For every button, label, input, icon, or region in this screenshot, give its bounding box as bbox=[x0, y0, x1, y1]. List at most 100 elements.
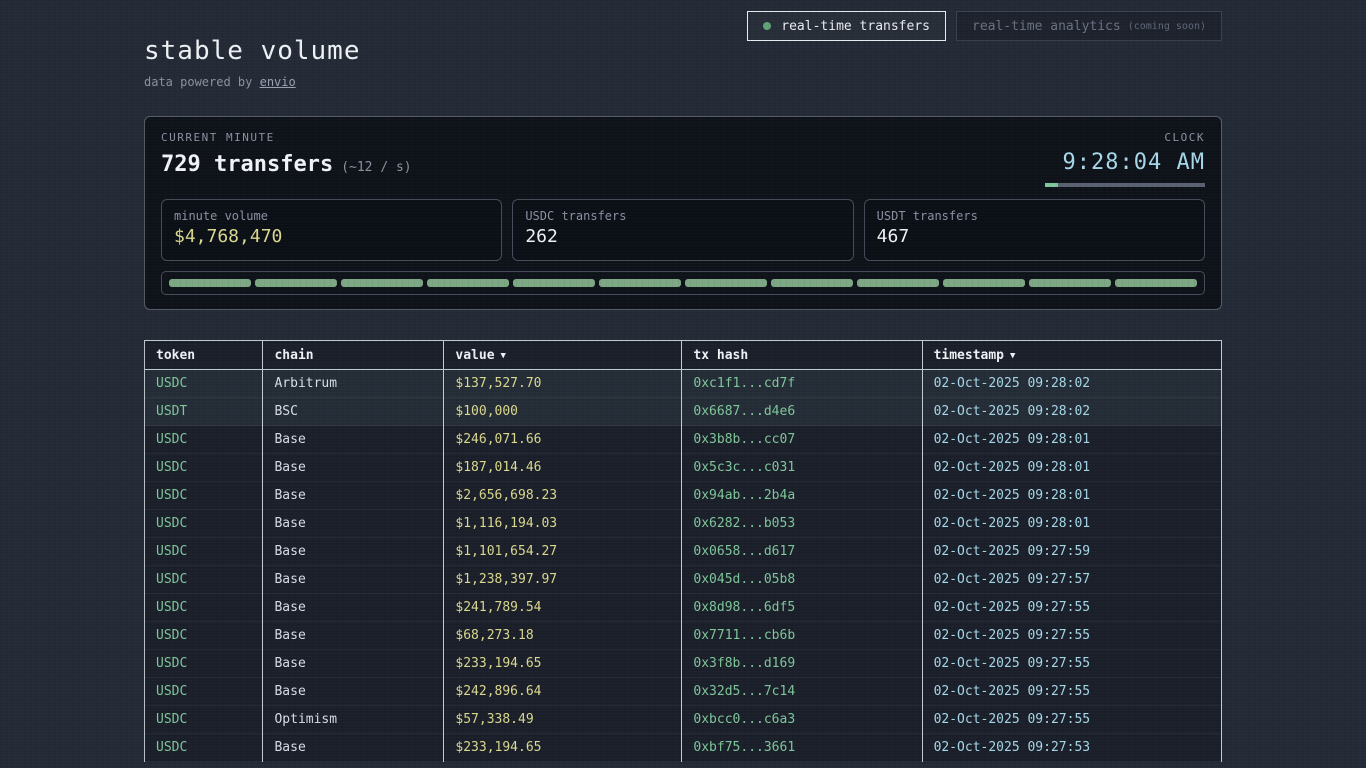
stat-value: 467 bbox=[877, 226, 1192, 247]
timestamp-cell: 02-Oct-2025 09:28:02 bbox=[922, 398, 1221, 426]
chain-cell: Base bbox=[263, 734, 444, 762]
token-cell: USDC bbox=[145, 426, 263, 454]
token-cell: USDC bbox=[145, 454, 263, 482]
table-row: USDCBase$1,101,654.270x0658...d61702-Oct… bbox=[145, 538, 1222, 566]
stat-usdt-transfers: USDT transfers 467 bbox=[864, 199, 1205, 261]
view-tabs: real-time transfers real-time analytics … bbox=[747, 11, 1222, 41]
value-cell: $233,194.65 bbox=[444, 734, 682, 762]
timestamp-cell: 02-Oct-2025 09:27:53 bbox=[922, 734, 1221, 762]
tx-hash-link[interactable]: 0xbf75...3661 bbox=[682, 734, 922, 762]
tx-hash-link[interactable]: 0x3b8b...cc07 bbox=[682, 426, 922, 454]
chain-cell: Base bbox=[263, 594, 444, 622]
clock: CLOCK 9:28:04 AM bbox=[1045, 131, 1205, 187]
minute-segment bbox=[169, 279, 251, 287]
column-label: tx hash bbox=[693, 348, 748, 363]
value-cell: $68,273.18 bbox=[444, 622, 682, 650]
tx-hash-link[interactable]: 0x3f8b...d169 bbox=[682, 650, 922, 678]
tab-realtime-analytics[interactable]: real-time analytics (coming soon) bbox=[956, 11, 1222, 41]
tx-hash-link[interactable]: 0x045d...05b8 bbox=[682, 566, 922, 594]
timestamp-cell: 02-Oct-2025 09:27:55 bbox=[922, 678, 1221, 706]
column-label: value bbox=[455, 348, 494, 363]
tx-hash-link[interactable]: 0x32d5...7c14 bbox=[682, 678, 922, 706]
token-cell: USDC bbox=[145, 734, 263, 762]
column-label: token bbox=[156, 348, 195, 363]
token-cell: USDC bbox=[145, 594, 263, 622]
timestamp-cell: 02-Oct-2025 09:28:01 bbox=[922, 510, 1221, 538]
tab-label: real-time analytics bbox=[972, 19, 1121, 34]
chain-cell: Optimism bbox=[263, 706, 444, 734]
tx-hash-link[interactable]: 0x94ab...2b4a bbox=[682, 482, 922, 510]
timestamp-cell: 02-Oct-2025 09:27:55 bbox=[922, 706, 1221, 734]
column-header-value[interactable]: value ▼ bbox=[444, 341, 682, 370]
minute-segment bbox=[943, 279, 1025, 287]
timestamp-cell: 02-Oct-2025 09:27:55 bbox=[922, 594, 1221, 622]
tx-hash-link[interactable]: 0x6687...d4e6 bbox=[682, 398, 922, 426]
table-row: USDCArbitrum$137,527.700xc1f1...cd7f02-O… bbox=[145, 370, 1222, 398]
token-cell: USDT bbox=[145, 398, 263, 426]
stat-label: minute volume bbox=[174, 209, 489, 223]
tx-hash-link[interactable]: 0x7711...cb6b bbox=[682, 622, 922, 650]
transfers-count: 729 transfers (~12 / s) bbox=[161, 152, 412, 177]
table-row: USDCBase$246,071.660x3b8b...cc0702-Oct-2… bbox=[145, 426, 1222, 454]
chain-cell: Arbitrum bbox=[263, 370, 444, 398]
token-cell: USDC bbox=[145, 538, 263, 566]
table-row: USDCBase$1,238,397.970x045d...05b802-Oct… bbox=[145, 566, 1222, 594]
minute-segments bbox=[161, 271, 1205, 295]
table-row: USDCBase$187,014.460x5c3c...c03102-Oct-2… bbox=[145, 454, 1222, 482]
column-label: timestamp bbox=[934, 348, 1004, 363]
table-row: USDCBase$2,656,698.230x94ab...2b4a02-Oct… bbox=[145, 482, 1222, 510]
timestamp-cell: 02-Oct-2025 09:27:55 bbox=[922, 650, 1221, 678]
timestamp-cell: 02-Oct-2025 09:27:55 bbox=[922, 622, 1221, 650]
column-header-chain: chain bbox=[263, 341, 444, 370]
table-row: USDCBase$233,194.650x3f8b...d16902-Oct-2… bbox=[145, 650, 1222, 678]
minute-segment bbox=[341, 279, 423, 287]
clock-label: CLOCK bbox=[1045, 131, 1205, 144]
tab-realtime-transfers[interactable]: real-time transfers bbox=[747, 11, 946, 41]
timestamp-cell: 02-Oct-2025 09:27:59 bbox=[922, 538, 1221, 566]
clock-progress-fill bbox=[1045, 183, 1058, 187]
clock-progress-track bbox=[1045, 183, 1205, 187]
sort-descending-icon: ▼ bbox=[501, 351, 506, 361]
chain-cell: Base bbox=[263, 566, 444, 594]
tx-hash-link[interactable]: 0xc1f1...cd7f bbox=[682, 370, 922, 398]
tx-hash-link[interactable]: 0x0658...d617 bbox=[682, 538, 922, 566]
coming-soon-badge: (coming soon) bbox=[1128, 21, 1206, 32]
tx-hash-link[interactable]: 0xbcc0...c6a3 bbox=[682, 706, 922, 734]
value-cell: $137,527.70 bbox=[444, 370, 682, 398]
timestamp-cell: 02-Oct-2025 09:28:02 bbox=[922, 370, 1221, 398]
table-row: USDCBase$241,789.540x8d98...6df502-Oct-2… bbox=[145, 594, 1222, 622]
column-header-timestamp[interactable]: timestamp▼ bbox=[922, 341, 1221, 370]
value-cell: $1,238,397.97 bbox=[444, 566, 682, 594]
column-header-tx-hash: tx hash bbox=[682, 341, 922, 370]
table-row: USDCBase$68,273.180x7711...cb6b02-Oct-20… bbox=[145, 622, 1222, 650]
value-cell: $1,116,194.03 bbox=[444, 510, 682, 538]
stat-usdc-transfers: USDC transfers 262 bbox=[512, 199, 853, 261]
envio-link[interactable]: envio bbox=[260, 75, 296, 89]
clock-time: 9:28:04 AM bbox=[1045, 150, 1205, 175]
token-cell: USDC bbox=[145, 370, 263, 398]
stat-label: USDT transfers bbox=[877, 209, 1192, 223]
chain-cell: Base bbox=[263, 538, 444, 566]
tx-hash-link[interactable]: 0x5c3c...c031 bbox=[682, 454, 922, 482]
table-row: USDTBSC$100,0000x6687...d4e602-Oct-2025 … bbox=[145, 398, 1222, 426]
token-cell: USDC bbox=[145, 482, 263, 510]
timestamp-cell: 02-Oct-2025 09:28:01 bbox=[922, 426, 1221, 454]
chain-cell: Base bbox=[263, 678, 444, 706]
tx-hash-link[interactable]: 0x6282...b053 bbox=[682, 510, 922, 538]
value-cell: $100,000 bbox=[444, 398, 682, 426]
stat-minute-volume: minute volume $4,768,470 bbox=[161, 199, 502, 261]
tab-label: real-time transfers bbox=[781, 19, 930, 34]
transfers-rate: (~12 / s) bbox=[341, 160, 411, 175]
minute-segment bbox=[1029, 279, 1111, 287]
value-cell: $246,071.66 bbox=[444, 426, 682, 454]
minute-segment bbox=[1115, 279, 1197, 287]
minute-segment bbox=[771, 279, 853, 287]
tx-hash-link[interactable]: 0x8d98...6df5 bbox=[682, 594, 922, 622]
transfers-table-body: USDCArbitrum$137,527.700xc1f1...cd7f02-O… bbox=[145, 370, 1222, 762]
timestamp-cell: 02-Oct-2025 09:27:57 bbox=[922, 566, 1221, 594]
value-cell: $242,896.64 bbox=[444, 678, 682, 706]
transfers-count-text: 729 transfers bbox=[161, 152, 333, 177]
value-cell: $187,014.46 bbox=[444, 454, 682, 482]
token-cell: USDC bbox=[145, 566, 263, 594]
token-cell: USDC bbox=[145, 622, 263, 650]
